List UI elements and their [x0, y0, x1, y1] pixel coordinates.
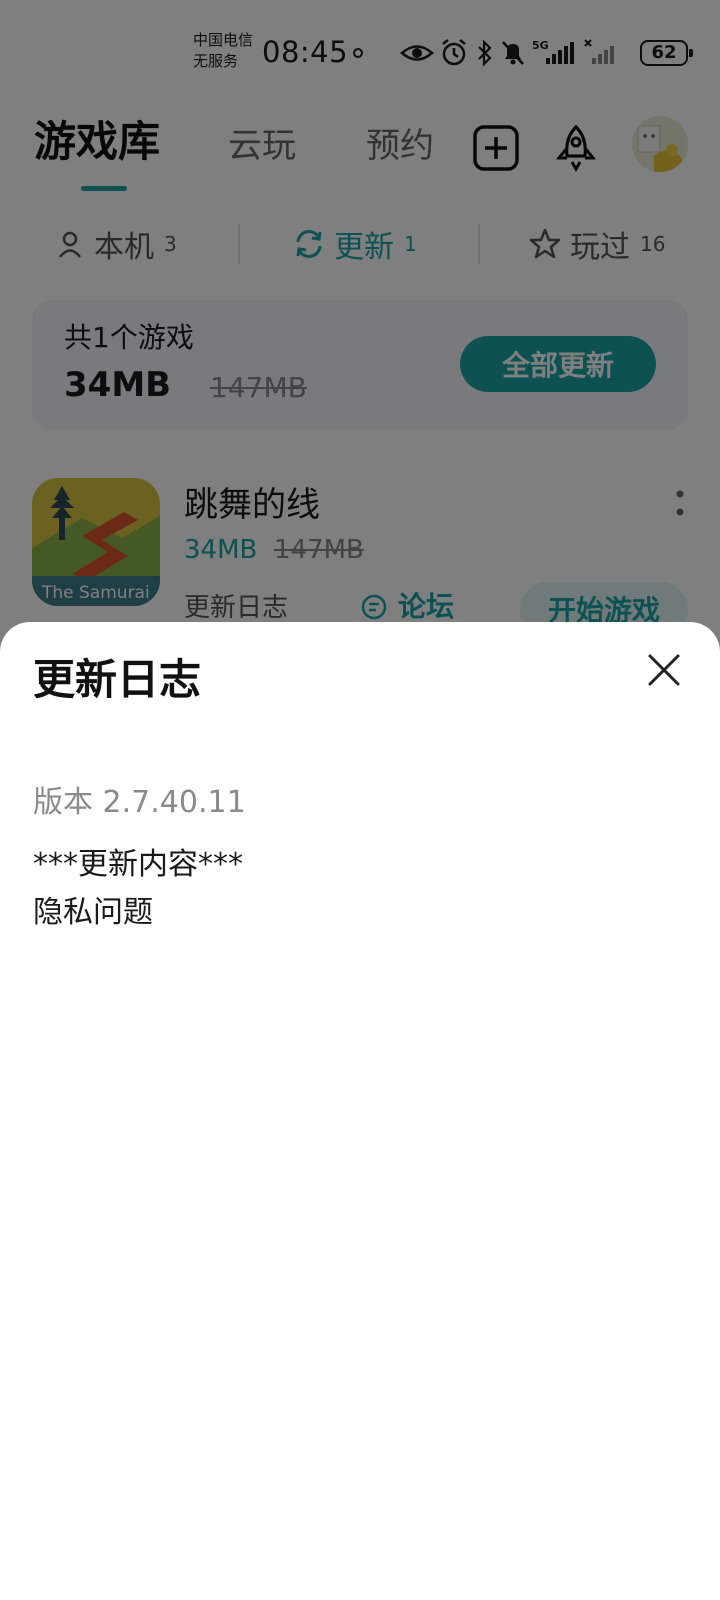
close-icon[interactable]: [646, 652, 682, 688]
changelog-line: ***更新内容***: [33, 847, 243, 882]
changelog-line: 隐私问题: [33, 895, 153, 930]
version-text: 版本 2.7.40.11: [33, 785, 246, 820]
changelog-sheet: 更新日志 版本 2.7.40.11 ***更新内容*** 隐私问题: [0, 622, 720, 1600]
sheet-title: 更新日志: [33, 655, 202, 704]
